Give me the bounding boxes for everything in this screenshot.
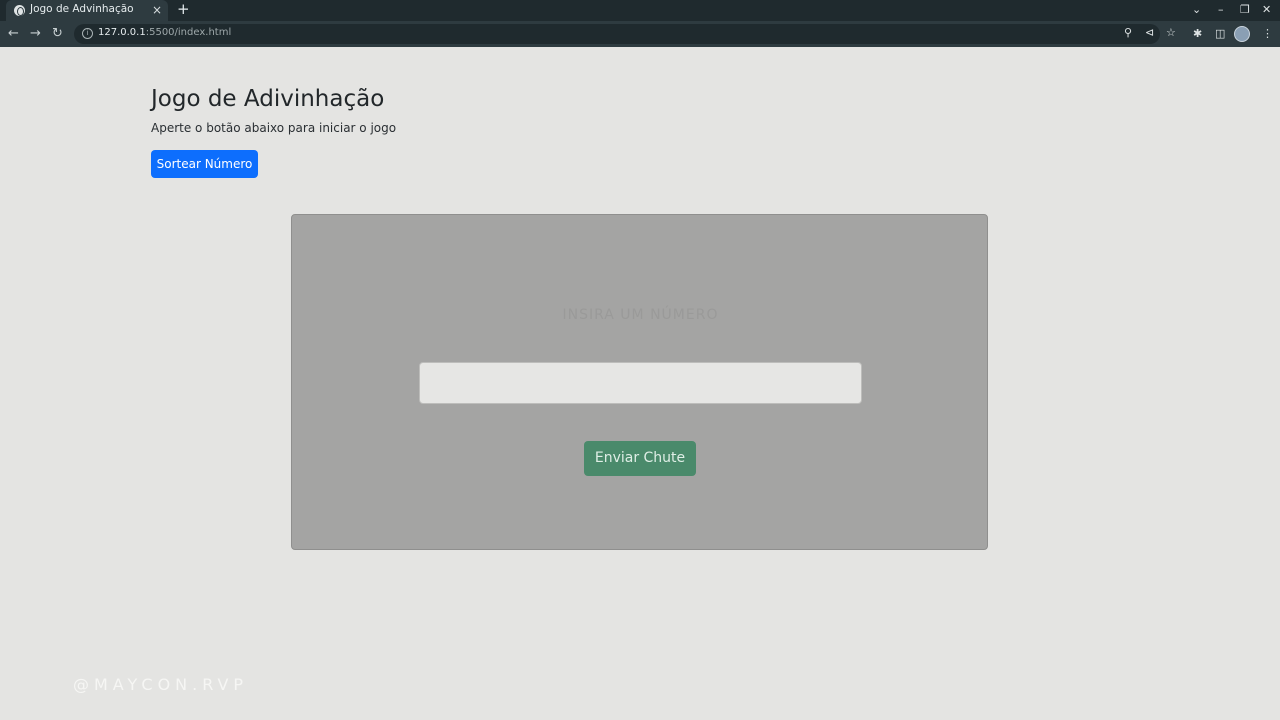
draw-number-button[interactable]: Sortear Número [151,150,258,178]
tab-search-icon[interactable]: ⌄ [1192,2,1201,18]
browser-tab[interactable]: Jogo de Advinhação × [6,0,168,21]
new-tab-icon[interactable]: + [177,0,190,19]
game-card: INSIRA UM NÚMERO Enviar Chute [291,214,988,550]
page-body: Jogo de Adivinhação Aperte o botão abaix… [0,47,1280,720]
menu-icon[interactable]: ⋮ [1262,25,1273,43]
restore-icon[interactable]: ❐ [1240,2,1250,18]
tab-title: Jogo de Advinhação [30,3,134,15]
zoom-icon[interactable]: ⚲ [1124,24,1132,42]
guess-input[interactable] [419,362,862,404]
sidepanel-icon[interactable]: ◫ [1215,25,1225,43]
star-icon[interactable]: ☆ [1166,24,1176,42]
tab-close-icon[interactable]: × [152,2,162,18]
back-icon[interactable]: ← [8,25,19,43]
send-guess-button[interactable]: Enviar Chute [584,441,696,476]
minimize-icon[interactable]: – [1218,2,1224,18]
window-close-icon[interactable]: ✕ [1262,2,1271,18]
reload-icon[interactable]: ↻ [52,25,63,43]
card-hint: INSIRA UM NÚMERO [562,307,719,323]
address-bar[interactable]: i 127.0.0.1:5500/index.html ⚲ ⊲ ☆ [74,24,1176,44]
share-icon[interactable]: ⊲ [1145,24,1154,42]
page-subtext: Aperte o botão abaixo para iniciar o jog… [151,121,397,135]
browser-tabbar: Jogo de Advinhação × + ⌄ – ❐ ✕ [0,0,1280,21]
url-text[interactable]: 127.0.0.1:5500/index.html [98,27,231,38]
globe-icon [14,5,25,16]
extensions-icon[interactable]: ✱ [1193,25,1202,43]
site-info-icon[interactable]: i [82,28,93,39]
forward-icon[interactable]: → [30,25,41,43]
watermark: @MAYCON.RVP [73,675,249,694]
browser-toolbar: ← → ↻ i 127.0.0.1:5500/index.html ⚲ ⊲ ☆ … [0,21,1280,47]
page-title: Jogo de Adivinhação [151,86,385,112]
profile-avatar[interactable] [1234,26,1250,42]
